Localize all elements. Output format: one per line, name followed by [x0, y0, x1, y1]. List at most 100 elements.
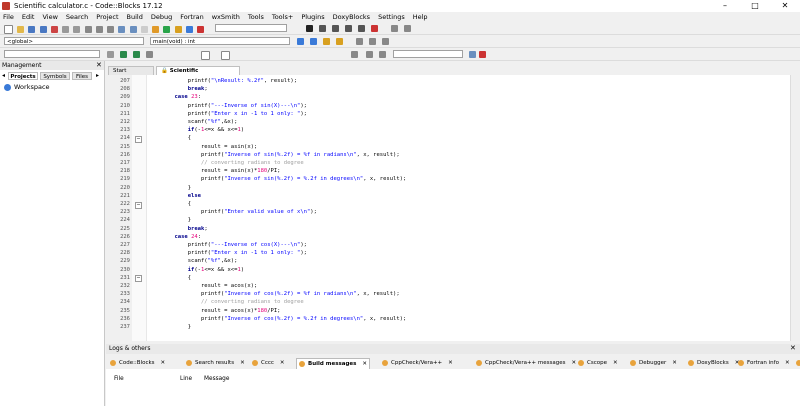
- step-over-icon[interactable]: [332, 25, 339, 32]
- stop-debug-icon[interactable]: [371, 25, 378, 32]
- doxy-icon[interactable]: [356, 38, 363, 45]
- nav-next-icon[interactable]: [133, 51, 140, 58]
- menu-view[interactable]: View: [42, 12, 57, 22]
- function-combo[interactable]: main(void) : int: [150, 37, 290, 45]
- menu-plugins[interactable]: Plugins: [301, 12, 324, 22]
- spell-combo[interactable]: [393, 50, 463, 58]
- open-file-icon[interactable]: [17, 26, 25, 33]
- tab-start-here[interactable]: Start here✕: [108, 66, 154, 83]
- code-line[interactable]: // converting radians to degree: [148, 159, 304, 167]
- abort-icon[interactable]: [196, 26, 204, 33]
- code-line[interactable]: else: [148, 192, 201, 200]
- find-icon[interactable]: [118, 26, 126, 33]
- logs-tab[interactable]: Search results ✕: [186, 358, 245, 369]
- code-line[interactable]: {: [148, 274, 191, 282]
- code-editor[interactable]: 207 208 209 210 211 212 213 214 215 216 217 218 219 2…: [106, 75, 790, 341]
- new-file-icon[interactable]: [4, 25, 13, 34]
- logs-tab[interactable]: CppCheck/Vera++ messages ✕: [476, 358, 576, 369]
- replace-icon[interactable]: [129, 26, 137, 33]
- close-file-icon[interactable]: [50, 26, 58, 33]
- nav-list-icon[interactable]: [146, 51, 153, 58]
- code-line[interactable]: printf("Inverse of cos(%.2f) = %.2f in d…: [148, 315, 406, 323]
- code-line[interactable]: }: [148, 184, 191, 192]
- code-line[interactable]: printf("Inverse of sin(%.2f) = %.2f in d…: [148, 175, 406, 183]
- jump-icon[interactable]: [107, 51, 114, 58]
- code-line[interactable]: printf("Enter x in -1 to 1 only: ");: [148, 110, 307, 118]
- build-run-icon[interactable]: [174, 26, 182, 33]
- menu-fortran[interactable]: Fortran: [180, 12, 203, 22]
- search-target-combo[interactable]: [4, 50, 100, 58]
- logs-tab-close-icon[interactable]: ✕: [613, 360, 618, 366]
- logs-tab-close-icon[interactable]: ✕: [362, 361, 367, 367]
- code-line[interactable]: case 23:: [148, 93, 202, 101]
- fold-toggle-icon[interactable]: −: [135, 275, 142, 283]
- doxy-block-icon[interactable]: [369, 38, 376, 45]
- code-line[interactable]: result = asin(x)*180/PI;: [148, 167, 281, 175]
- layout-2-icon[interactable]: [221, 51, 230, 60]
- logs-tab-close-icon[interactable]: ✕: [240, 360, 245, 366]
- editor-vertical-scrollbar[interactable]: [790, 75, 800, 341]
- logs-tab[interactable]: Cscope ✕: [578, 358, 618, 369]
- logs-tab-close-icon[interactable]: ✕: [161, 360, 166, 366]
- debug-info-icon[interactable]: [404, 25, 411, 32]
- logs-tab[interactable]: Code::Blocks ✕: [110, 358, 165, 369]
- redo-icon[interactable]: [73, 26, 81, 33]
- logs-tab[interactable]: Debugger ✕: [630, 358, 677, 369]
- build-gear-icon[interactable]: [152, 26, 160, 33]
- next-bookmark-icon[interactable]: [336, 38, 343, 45]
- bookmark-icon[interactable]: [323, 38, 330, 45]
- tab-projects[interactable]: Projects: [8, 72, 38, 80]
- code-line[interactable]: result = asin(x);: [148, 143, 257, 151]
- code-line[interactable]: result = acos(x);: [148, 282, 257, 290]
- step-out-icon[interactable]: [358, 25, 365, 32]
- fold-toggle-icon[interactable]: −: [135, 135, 142, 143]
- close-panel-icon[interactable]: ✕: [96, 61, 102, 70]
- code-line[interactable]: if(-1<=x && x<=1): [148, 126, 244, 134]
- spell-c-icon[interactable]: [379, 51, 386, 58]
- logs-tab[interactable]: CppCheck/Vera++ ✕: [382, 358, 453, 369]
- debug-run-icon[interactable]: [319, 25, 326, 32]
- code-line[interactable]: printf("Enter valid value of x\n");: [148, 208, 317, 216]
- run-icon[interactable]: [163, 26, 171, 33]
- save-all-icon[interactable]: [39, 26, 47, 33]
- code-line[interactable]: printf("---Inverse of cos(X)---\n");: [148, 241, 307, 249]
- debug-windows-icon[interactable]: [391, 25, 398, 32]
- tab-scroll-left-icon[interactable]: ◂: [2, 72, 5, 79]
- column-file[interactable]: File: [114, 376, 124, 382]
- code-line[interactable]: {: [148, 200, 191, 208]
- code-line[interactable]: }: [148, 323, 191, 331]
- logs-tab-close-icon[interactable]: ✕: [785, 360, 790, 366]
- cut-icon[interactable]: [84, 26, 92, 33]
- code-line[interactable]: result = acos(x)*180/PI;: [148, 307, 281, 315]
- logs-close-icon[interactable]: ✕: [790, 344, 796, 352]
- code-line[interactable]: scanf("%f",&x);: [148, 118, 238, 126]
- code-line[interactable]: break;: [148, 85, 208, 93]
- code-line[interactable]: printf("\nResult: %.2f", result);: [148, 77, 297, 85]
- jump-back-icon[interactable]: [297, 38, 304, 45]
- step-into-icon[interactable]: [345, 25, 352, 32]
- code-line[interactable]: // converting radians to degree: [148, 298, 304, 306]
- maximize-button[interactable]: □: [740, 0, 770, 12]
- fold-margin[interactable]: − − −: [132, 75, 147, 341]
- logs-tab[interactable]: DoxyBlocks ✕: [688, 358, 739, 369]
- debug-icon[interactable]: [306, 25, 313, 32]
- workspace-label[interactable]: Workspace: [14, 83, 50, 91]
- undo-icon[interactable]: [62, 26, 70, 33]
- fold-toggle-icon[interactable]: −: [135, 201, 142, 209]
- menu-doxyblocks[interactable]: DoxyBlocks: [333, 12, 370, 22]
- paste-icon[interactable]: [107, 26, 115, 33]
- code-line[interactable]: case 24:: [148, 233, 202, 241]
- minimize-button[interactable]: –: [710, 0, 740, 12]
- column-message[interactable]: Message: [204, 376, 229, 382]
- code-line[interactable]: scanf("%f",&x);: [148, 257, 238, 265]
- nav-forward-icon[interactable]: [120, 51, 127, 58]
- tab-scientific-calculator[interactable]: 🔒 Scientific calculator.c: [156, 66, 240, 83]
- build-target-combo[interactable]: [215, 24, 287, 32]
- tab-symbols[interactable]: Symbols: [40, 72, 70, 80]
- doxy-line-icon[interactable]: [382, 38, 389, 45]
- layout-icon[interactable]: [201, 51, 210, 60]
- save-icon[interactable]: [28, 26, 36, 33]
- close-button[interactable]: ✕: [770, 0, 800, 12]
- scope-combo[interactable]: <global>: [4, 37, 144, 45]
- menu-project[interactable]: Project: [96, 12, 118, 22]
